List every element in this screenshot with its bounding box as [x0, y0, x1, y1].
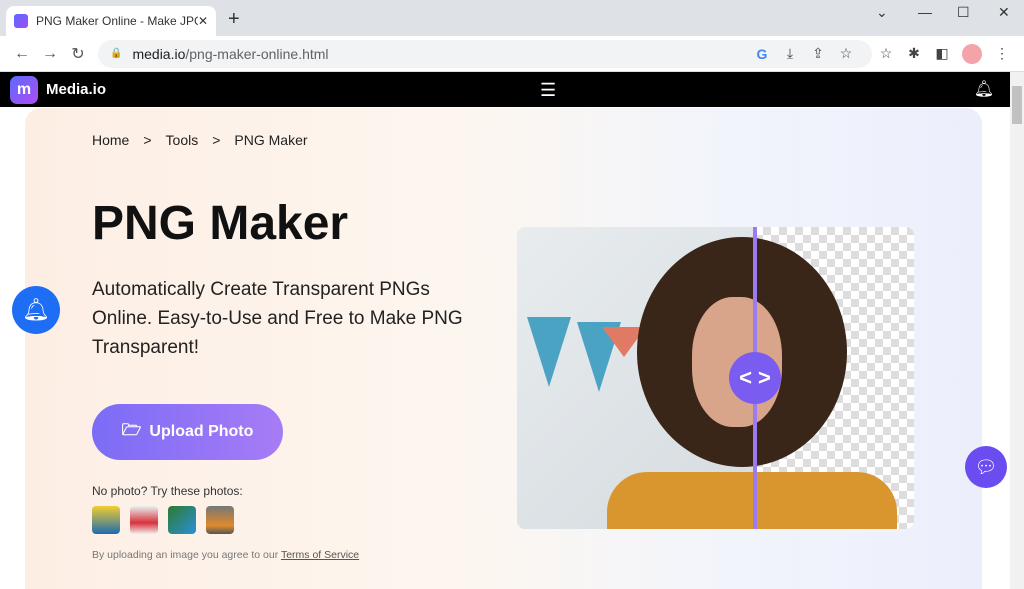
lock-icon: 🔒 [110, 48, 123, 59]
share-icon[interactable]: ⇪ [804, 45, 832, 62]
notification-bell-button[interactable]: 🔔︎ [12, 286, 60, 334]
breadcrumb-current: PNG Maker [234, 132, 308, 148]
terms-notice: By uploading an image you agree to our T… [92, 549, 359, 561]
sample-label: No photo? Try these photos: [92, 484, 243, 498]
logo[interactable]: m [10, 75, 38, 104]
bell-icon[interactable]: 🔔︎ [974, 79, 994, 99]
url-input[interactable]: 🔒 media.io/png-maker-online.html G ⤓ ⇪ ☆ [98, 39, 872, 68]
page-title: PNG Maker [92, 197, 349, 250]
page-subtitle: Automatically Create Transparent PNGs On… [92, 279, 463, 358]
breadcrumb-home[interactable]: Home [92, 132, 129, 148]
upload-label: Upload Photo [149, 423, 254, 440]
sample-photos [92, 506, 234, 534]
favicon-icon [14, 14, 28, 28]
compare-slider-handle[interactable]: < > [729, 352, 781, 404]
sample-photo-car[interactable] [206, 506, 234, 534]
extensions-icon[interactable]: ✱ [900, 45, 928, 62]
new-tab-button[interactable]: + [228, 8, 240, 31]
scrollbar-thumb[interactable] [1012, 86, 1022, 124]
breadcrumb-separator: > [212, 132, 221, 148]
tab-bar: PNG Maker Online - Make JPG ✕ + ⌄ — ☐ ✕ [0, 0, 1024, 36]
breadcrumb-tools[interactable]: Tools [166, 132, 199, 148]
hero-section: Home > Tools > PNG Maker PNG Maker Automatic… [25, 108, 982, 589]
terms-text: By uploading an image you agree to our [92, 549, 281, 561]
terms-link[interactable]: Terms of Service [281, 549, 359, 561]
star-icon[interactable]: ☆ [872, 45, 900, 62]
sample-photo-drink[interactable] [130, 506, 158, 534]
hamburger-menu-icon[interactable]: ☰ [540, 80, 556, 101]
upload-photo-button[interactable]: 🗁 Upload Photo [92, 404, 283, 460]
chat-button[interactable]: 💬︎ [965, 446, 1007, 488]
maximize-button[interactable]: ☐ [957, 4, 970, 21]
url-domain: media.io [132, 45, 186, 62]
tab-title: PNG Maker Online - Make JPG [36, 14, 198, 28]
back-icon[interactable]: ← [8, 45, 36, 63]
brand-name[interactable]: Media.io [46, 81, 106, 98]
close-tab-icon[interactable]: ✕ [198, 14, 208, 28]
google-icon[interactable]: G [748, 46, 776, 62]
profile-avatar[interactable] [962, 43, 982, 64]
folder-icon: 🗁 [121, 421, 142, 439]
minimize-button[interactable]: — [918, 4, 932, 20]
browser-tab[interactable]: PNG Maker Online - Make JPG ✕ [6, 6, 216, 36]
close-window-button[interactable]: ✕ [998, 4, 1010, 21]
sample-photo-parrot[interactable] [168, 506, 196, 534]
tab-search-icon[interactable]: ⌄ [876, 4, 888, 21]
more-menu-icon[interactable]: ⋮ [988, 45, 1016, 62]
reload-icon[interactable]: ↻ [64, 44, 92, 64]
forward-icon[interactable]: → [36, 45, 64, 63]
bunting [527, 317, 571, 387]
install-icon[interactable]: ⤓ [776, 45, 804, 62]
breadcrumb-separator: > [143, 132, 152, 148]
breadcrumb: Home > Tools > PNG Maker [92, 132, 322, 148]
sample-photo-person[interactable] [92, 506, 120, 534]
page: m Media.io ☰ 🔔︎ Home > Tools > PNG Maker PNG… [0, 72, 1010, 589]
sweater [607, 472, 897, 529]
bookmark-star-icon[interactable]: ☆ [832, 45, 860, 62]
site-header: m Media.io ☰ 🔔︎ [0, 72, 1010, 107]
side-panel-icon[interactable]: ◧ [928, 45, 956, 62]
before-after-preview: < > [517, 227, 914, 529]
scrollbar[interactable] [1010, 72, 1024, 589]
address-bar: ← → ↻ 🔒 media.io/png-maker-online.html G… [0, 36, 1024, 72]
url-path: /png-maker-online.html [185, 45, 329, 62]
